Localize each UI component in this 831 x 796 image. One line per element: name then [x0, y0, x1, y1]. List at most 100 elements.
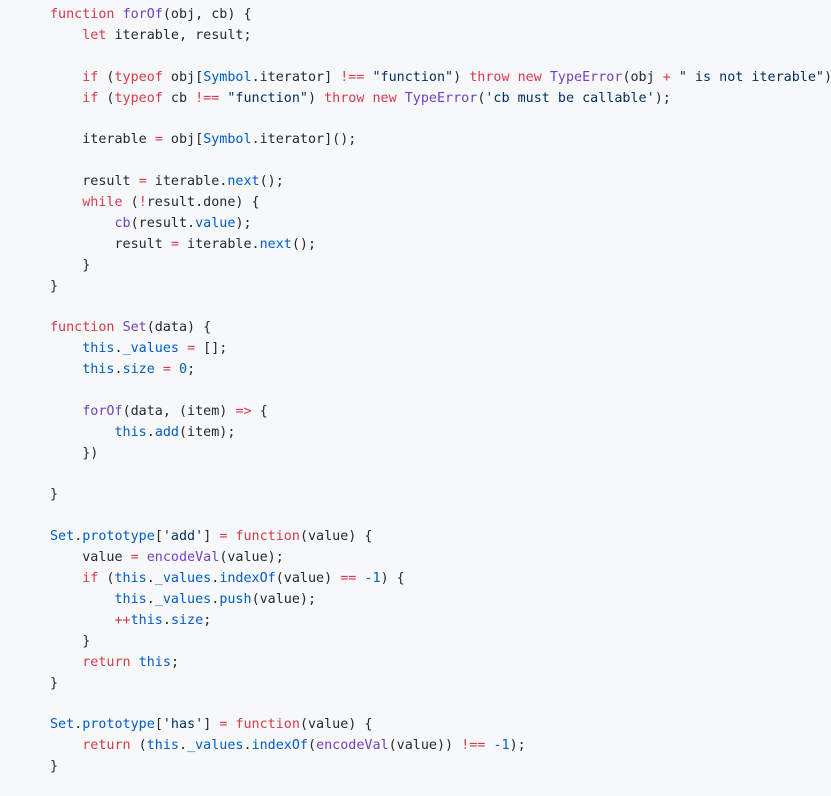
function-name-token: cb — [114, 215, 131, 231]
keyword-token: if — [82, 90, 99, 106]
plain-token: ( — [122, 195, 139, 211]
code-line: } — [50, 757, 831, 778]
code-line: this.add(item); — [50, 423, 831, 444]
constant-token: next — [259, 236, 292, 252]
keyword-token: throw — [469, 69, 510, 85]
plain-token: (value) — [275, 571, 341, 587]
code-line: iterable = obj[Symbol.iterator](); — [50, 130, 831, 151]
constant-token: this — [114, 424, 147, 440]
constant-token: prototype — [82, 529, 155, 545]
plain-token: iterable. — [179, 236, 260, 252]
constant-token: Symbol — [203, 69, 252, 85]
string-token: " is not iterable" — [678, 69, 824, 85]
plain-token: . — [114, 362, 123, 378]
constant-token: 0 — [179, 362, 188, 378]
plain-token: result — [50, 174, 139, 190]
code-line: Set.prototype['add'] = function(value) { — [50, 527, 831, 548]
constant-token: _values — [154, 571, 212, 587]
code-line: this.size = 0; — [50, 360, 831, 381]
code-line: }) — [50, 444, 831, 465]
constant-token: this — [82, 362, 115, 378]
code-line: forOf(data, (item) => { — [50, 402, 831, 423]
constant-token: push — [219, 591, 252, 607]
keyword-token: typeof — [114, 90, 163, 106]
plain-token: (data, (item) — [122, 403, 236, 419]
string-token: 'has' — [162, 717, 204, 733]
code-line: cb(result.value); — [50, 214, 831, 235]
plain-token: [ — [154, 717, 163, 733]
constant-token: -1 — [493, 738, 510, 754]
plain-token: iterable. — [146, 174, 228, 190]
code-line: } — [50, 277, 831, 298]
keyword-token: = — [154, 132, 163, 148]
plain-token: (result. — [130, 215, 196, 231]
plain-token: .iterator](); — [251, 132, 357, 148]
code-line: return this; — [50, 653, 831, 674]
code-line: Set.prototype['has'] = function(value) { — [50, 715, 831, 736]
constant-token: Symbol — [203, 132, 252, 148]
keyword-token: == — [340, 571, 357, 587]
plain-token: (data) { — [146, 320, 212, 336]
code-line: while (!result.done) { — [50, 193, 831, 214]
constant-token: Set — [50, 717, 75, 733]
plain-token: ( — [98, 571, 115, 587]
plain-token: ( — [98, 69, 115, 85]
code-line: return (this._values.indexOf(encodeVal(v… — [50, 736, 831, 757]
plain-token: } — [50, 487, 59, 503]
constant-token: this — [130, 612, 163, 628]
constant-token: -1 — [364, 571, 381, 587]
plain-token: (value) { — [299, 717, 373, 733]
plain-token: value — [50, 550, 131, 566]
keyword-token: function — [235, 529, 300, 545]
plain-token: iterable — [50, 132, 155, 148]
plain-token: . — [179, 738, 188, 754]
keyword-token: = — [138, 174, 147, 190]
keyword-token: typeof — [114, 69, 163, 85]
code-content[interactable]: function forOf(obj, cb) { let iterable, … — [0, 0, 831, 778]
plain-token: ( — [98, 90, 115, 106]
plain-token: ) — [308, 90, 325, 106]
plain-token: . — [243, 738, 252, 754]
plain-token: ); — [509, 738, 526, 754]
function-name-token: TypeError — [404, 90, 478, 106]
plain-token: . — [146, 571, 155, 587]
code-line: } — [50, 256, 831, 277]
plain-token: obj[ — [162, 132, 204, 148]
plain-token: . — [146, 591, 155, 607]
plain-token: ; — [203, 612, 212, 628]
code-line: } — [50, 632, 831, 653]
plain-token: .iterator] — [251, 69, 341, 85]
plain-token: (value) { — [299, 529, 373, 545]
constant-token: size — [122, 362, 155, 378]
code-line: let iterable, result; — [50, 26, 831, 47]
keyword-token: + — [662, 69, 671, 85]
plain-token: } — [50, 633, 91, 649]
plain-token: result — [50, 236, 171, 252]
plain-token: []; — [195, 341, 228, 357]
code-block[interactable]: function forOf(obj, cb) { let iterable, … — [0, 0, 831, 796]
function-name-token: encodeVal — [146, 550, 220, 566]
keyword-token: if — [82, 69, 99, 85]
plain-token: ); — [654, 90, 671, 106]
keyword-token: = — [162, 362, 171, 378]
plain-token: (); — [259, 174, 284, 190]
keyword-token: function — [50, 7, 115, 22]
plain-token: . — [162, 612, 171, 628]
